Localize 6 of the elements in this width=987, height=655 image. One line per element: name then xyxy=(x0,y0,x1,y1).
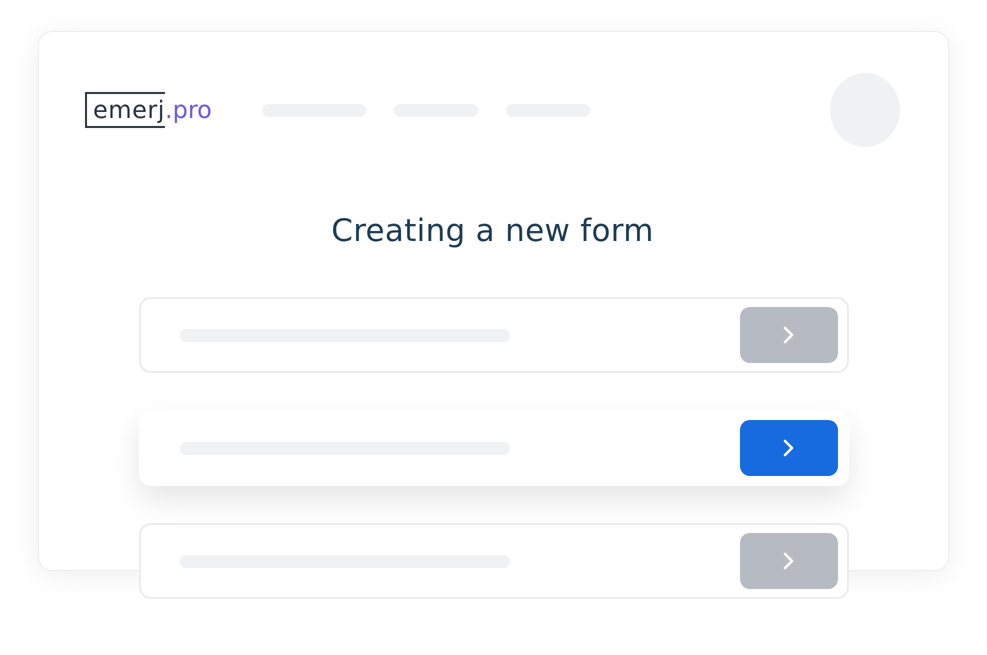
next-button[interactable] xyxy=(740,420,838,476)
chevron-right-icon xyxy=(782,325,796,345)
form-title: Creating a new form xyxy=(330,213,655,249)
chevron-right-icon xyxy=(782,551,796,571)
chevron-right-icon xyxy=(782,438,796,458)
logo: emerj.pro xyxy=(85,92,212,128)
